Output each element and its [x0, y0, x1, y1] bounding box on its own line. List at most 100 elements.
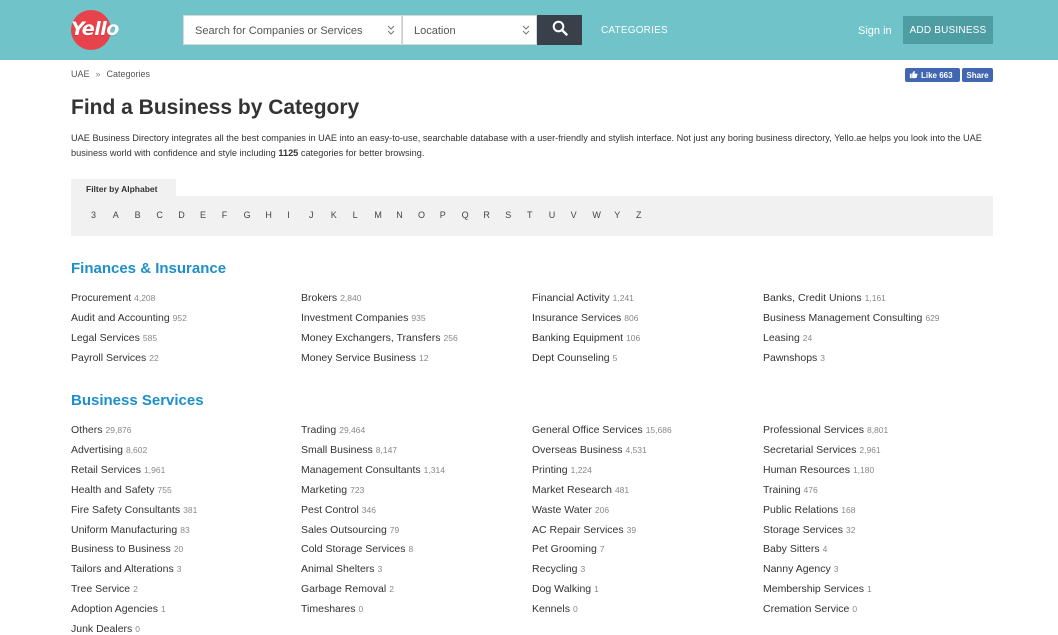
- alphabet-letter-b[interactable]: B: [135, 210, 141, 220]
- category-link[interactable]: Others 29,876: [71, 424, 132, 436]
- nav-categories-link[interactable]: CATEGORIES: [601, 25, 668, 36]
- category-name: Tailors and Alterations: [71, 563, 174, 576]
- alphabet-letter-p[interactable]: P: [440, 210, 446, 220]
- location-select[interactable]: Location: [402, 15, 537, 45]
- category-link[interactable]: Human Resources 1,180: [763, 464, 874, 476]
- category-link[interactable]: Secretarial Services 2,961: [763, 444, 881, 456]
- category-link[interactable]: Insurance Services 806: [532, 312, 638, 324]
- category-link[interactable]: Cold Storage Services 8: [301, 543, 413, 555]
- alphabet-letter-z[interactable]: Z: [636, 210, 642, 220]
- category-link[interactable]: Health and Safety 755: [71, 484, 172, 496]
- category-link[interactable]: Brokers 2,840: [301, 292, 361, 304]
- category-link[interactable]: Recycling 3: [532, 563, 585, 575]
- alphabet-letter-v[interactable]: V: [571, 210, 577, 220]
- alphabet-letter-h[interactable]: H: [265, 210, 272, 220]
- section-title-finances-insurance[interactable]: Finances & Insurance: [71, 260, 226, 277]
- alphabet-letter-r[interactable]: R: [483, 210, 490, 220]
- category-link[interactable]: Pest Control 346: [301, 504, 376, 516]
- category-link[interactable]: Professional Services 8,801: [763, 424, 888, 436]
- alphabet-letter-d[interactable]: D: [178, 210, 185, 220]
- category-link[interactable]: Pet Grooming 7: [532, 543, 605, 555]
- category-link[interactable]: Nanny Agency 3: [763, 563, 838, 575]
- alphabet-letter-m[interactable]: M: [374, 210, 382, 220]
- category-link[interactable]: Advertising 8,602: [71, 444, 147, 456]
- category-count-badge: 22: [149, 352, 159, 363]
- category-link[interactable]: Kennels 0: [532, 603, 578, 615]
- category-link[interactable]: Dog Walking 1: [532, 583, 599, 595]
- alphabet-letter-3[interactable]: 3: [91, 210, 96, 220]
- category-link[interactable]: Trading 29,464: [301, 424, 365, 436]
- category-link[interactable]: Uniform Manufacturing 83: [71, 524, 190, 536]
- category-link[interactable]: General Office Services 15,686: [532, 424, 672, 436]
- category-link[interactable]: Training 476: [763, 484, 818, 496]
- category-link[interactable]: Sales Outsourcing 79: [301, 524, 399, 536]
- category-link[interactable]: Waste Water 206: [532, 504, 609, 516]
- category-link[interactable]: Marketing 723: [301, 484, 364, 496]
- category-link[interactable]: Money Service Business 12: [301, 352, 428, 364]
- category-link[interactable]: Management Consultants 1,314: [301, 464, 445, 476]
- alphabet-letter-e[interactable]: E: [200, 210, 206, 220]
- category-link[interactable]: Retail Services 1,961: [71, 464, 165, 476]
- alphabet-letter-a[interactable]: A: [113, 210, 119, 220]
- category-link[interactable]: Business to Business 20: [71, 543, 183, 555]
- section-title-business-services[interactable]: Business Services: [71, 392, 204, 409]
- category-link[interactable]: AC Repair Services 39: [532, 524, 636, 536]
- category-link[interactable]: Financial Activity 1,241: [532, 292, 634, 304]
- category-link[interactable]: Cremation Service 0: [763, 603, 857, 615]
- facebook-like-button[interactable]: Like 663: [905, 68, 960, 82]
- category-link[interactable]: Storage Services 32: [763, 524, 855, 536]
- category-link[interactable]: Timeshares 0: [301, 603, 363, 615]
- category-link[interactable]: Small Business 8,147: [301, 444, 397, 456]
- alphabet-letter-j[interactable]: J: [309, 210, 314, 220]
- alphabet-letter-k[interactable]: K: [331, 210, 337, 220]
- category-link[interactable]: Banking Equipment 106: [532, 332, 640, 344]
- category-link[interactable]: Banks, Credit Unions 1,161: [763, 292, 886, 304]
- category-count-badge: 1,161: [864, 293, 886, 303]
- alphabet-letter-t[interactable]: T: [527, 210, 533, 220]
- category-link[interactable]: Garbage Removal 2: [301, 583, 394, 595]
- alphabet-letter-w[interactable]: W: [592, 210, 601, 220]
- category-link[interactable]: Printing 1,224: [532, 464, 592, 476]
- category-link[interactable]: Market Research 481: [532, 484, 629, 496]
- alphabet-letter-n[interactable]: N: [396, 210, 403, 220]
- breadcrumb-home[interactable]: UAE: [71, 69, 90, 79]
- category-name: Procurement: [71, 292, 132, 304]
- category-link[interactable]: Tree Service 2: [71, 583, 138, 595]
- category-link[interactable]: Adoption Agencies 1: [71, 603, 166, 615]
- alphabet-letter-q[interactable]: Q: [462, 210, 469, 220]
- category-link[interactable]: Tailors and Alterations 3: [71, 563, 181, 575]
- sign-in-link[interactable]: Sign in: [858, 25, 892, 37]
- alphabet-letter-i[interactable]: I: [287, 210, 290, 220]
- category-link[interactable]: Procurement 4,208: [71, 292, 155, 304]
- alphabet-letter-c[interactable]: C: [156, 210, 163, 220]
- category-link[interactable]: Business Management Consulting 629: [763, 312, 940, 324]
- category-link[interactable]: Money Exchangers, Transfers 256: [301, 332, 458, 344]
- facebook-share-button[interactable]: Share: [962, 68, 993, 82]
- category-link[interactable]: Audit and Accounting 952: [71, 312, 187, 324]
- category-link[interactable]: Overseas Business 4,531: [532, 444, 647, 456]
- alphabet-letter-u[interactable]: U: [549, 210, 556, 220]
- alphabet-letter-g[interactable]: G: [244, 210, 251, 220]
- alphabet-letter-o[interactable]: O: [418, 210, 425, 220]
- category-link[interactable]: Public Relations 168: [763, 504, 855, 516]
- add-business-button[interactable]: ADD BUSINESS: [903, 16, 993, 44]
- category-link[interactable]: Legal Services 585: [71, 332, 157, 344]
- alphabet-letter-l[interactable]: L: [353, 210, 358, 220]
- category-link[interactable]: Leasing 24: [763, 332, 812, 344]
- category-link[interactable]: Dept Counseling 5: [532, 352, 617, 364]
- category-link[interactable]: Junk Dealers 0: [71, 623, 140, 635]
- category-name: Trading: [301, 424, 337, 436]
- category-link[interactable]: Payroll Services 22: [71, 352, 159, 364]
- alphabet-letter-y[interactable]: Y: [614, 210, 620, 220]
- search-button[interactable]: [537, 15, 582, 45]
- alphabet-letter-f[interactable]: F: [222, 210, 228, 220]
- category-link[interactable]: Membership Services 1: [763, 583, 872, 595]
- category-link[interactable]: Baby Sitters 4: [763, 543, 827, 555]
- yello-logo[interactable]: Yello: [71, 10, 129, 50]
- category-link[interactable]: Fire Safety Consultants 381: [71, 504, 197, 516]
- category-link[interactable]: Pawnshops 3: [763, 352, 825, 364]
- category-link[interactable]: Animal Shelters 3: [301, 563, 382, 575]
- alphabet-letter-s[interactable]: S: [505, 210, 511, 220]
- search-input[interactable]: Search for Companies or Services: [183, 15, 402, 45]
- category-link[interactable]: Investment Companies 935: [301, 312, 426, 324]
